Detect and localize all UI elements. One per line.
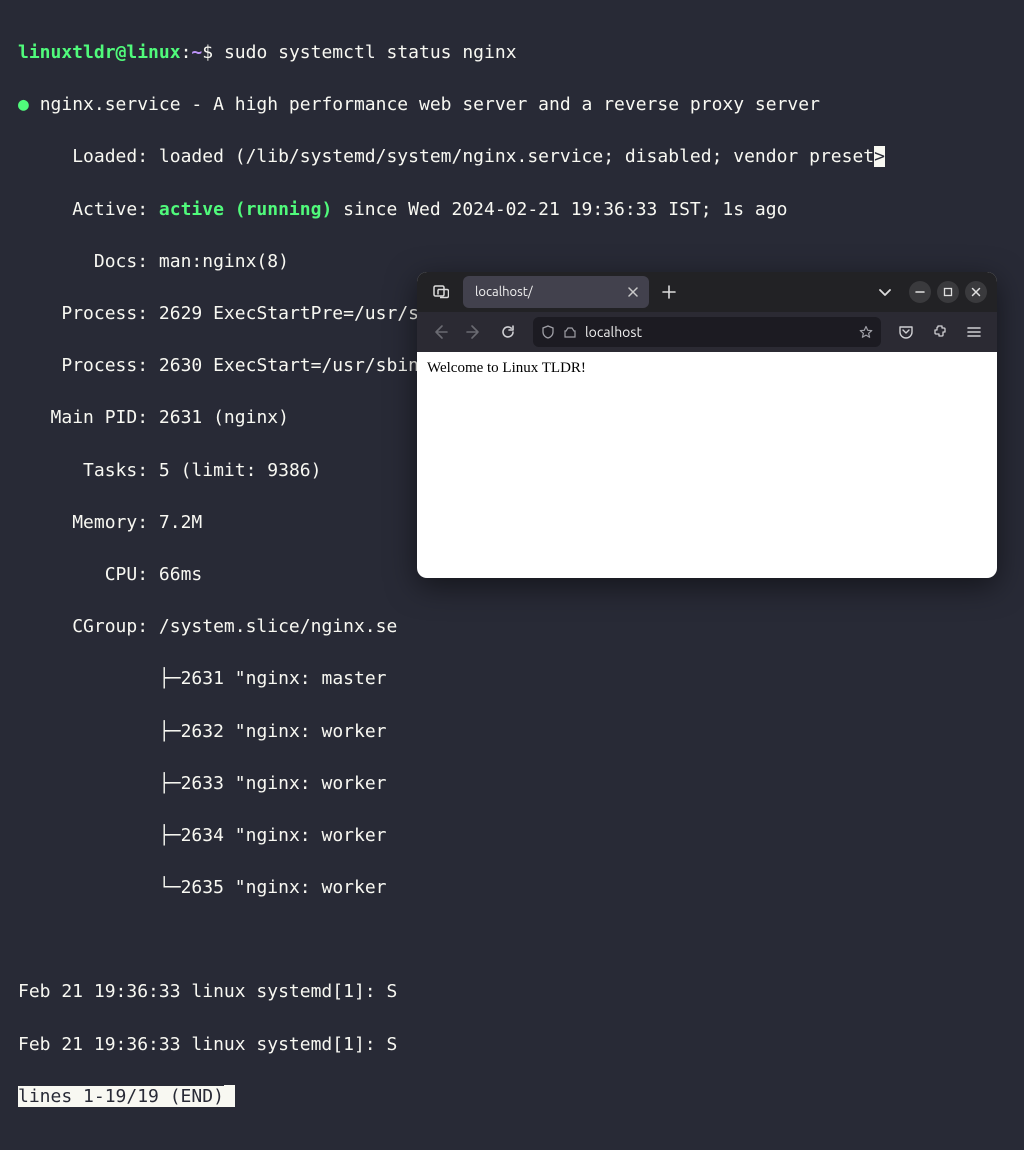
tree-pid: 2635 — [181, 877, 224, 898]
forward-button[interactable] — [459, 317, 489, 347]
app-menu-icon[interactable] — [427, 278, 455, 306]
tree-text: "nginx: worker — [235, 773, 398, 794]
close-window-button[interactable] — [965, 281, 987, 303]
url-text: localhost — [585, 324, 851, 340]
pocket-button[interactable] — [891, 317, 921, 347]
page-content[interactable]: Welcome to Linux TLDR! — [417, 352, 997, 385]
prompt-user: linuxtldr@linux — [18, 42, 181, 63]
prompt-line: linuxtldr@linux:~$ sudo systemctl status… — [18, 40, 1006, 66]
maximize-button[interactable] — [937, 281, 959, 303]
tree-line-4: └─2635 "nginx: worker — [18, 875, 1006, 901]
tab-close-button[interactable] — [625, 284, 641, 300]
cgroup-line: CGroup: /system.slice/nginx.se — [18, 614, 1006, 640]
shield-icon[interactable] — [541, 325, 555, 339]
memory-value: 7.2M — [159, 512, 202, 533]
log1: Feb 21 19:36:33 linux systemd[1]: S — [18, 981, 397, 1002]
active-label: Active: — [72, 199, 148, 220]
browser-tab[interactable]: localhost/ — [463, 276, 649, 308]
extensions-button[interactable] — [925, 317, 955, 347]
prompt-path: ~ — [191, 42, 202, 63]
tree-branch: ├─ — [159, 825, 181, 846]
tree-text: "nginx: master — [235, 668, 398, 689]
minimize-button[interactable] — [909, 281, 931, 303]
mainpid-label: Main PID: — [51, 407, 149, 428]
tree-line-3: ├─2634 "nginx: worker — [18, 823, 1006, 849]
loaded-value: loaded (/lib/systemd/system/nginx.servic… — [159, 146, 874, 167]
cgroup-label: CGroup: — [72, 616, 148, 637]
active-status: active (running) — [159, 199, 332, 220]
tree-branch: ├─ — [159, 668, 181, 689]
cpu-value: 66ms — [159, 564, 202, 585]
command: sudo systemctl status nginx — [224, 42, 517, 63]
docs-value: man:nginx(8) — [159, 251, 289, 272]
tasks-value: 5 (limit: 9386) — [159, 460, 322, 481]
tree-pid: 2634 — [181, 825, 224, 846]
prompt-sep: : — [181, 42, 192, 63]
list-tabs-button[interactable] — [871, 278, 899, 306]
pager-status: lines 1-19/19 (END) — [18, 1086, 224, 1107]
tree-branch: └─ — [159, 877, 181, 898]
tree-text: "nginx: worker — [235, 877, 398, 898]
tree-line-1: ├─2632 "nginx: worker — [18, 719, 1006, 745]
tab-title: localhost/ — [475, 285, 533, 299]
new-tab-button[interactable] — [655, 278, 683, 306]
cgroup-value: /system.slice/nginx.se — [159, 616, 397, 637]
loaded-line: Loaded: loaded (/lib/systemd/system/ngin… — [18, 144, 1006, 170]
service-header: nginx.service - A high performance web s… — [40, 94, 820, 115]
active-rest: since Wed 2024-02-21 19:36:33 IST; 1s ag… — [332, 199, 787, 220]
memory-label: Memory: — [72, 512, 148, 533]
tree-line-0: ├─2631 "nginx: master — [18, 666, 1006, 692]
blank-line — [18, 927, 1006, 953]
url-bar[interactable]: localhost — [533, 317, 881, 347]
titlebar[interactable]: localhost/ — [417, 272, 997, 312]
tree-branch: ├─ — [159, 773, 181, 794]
log-line-1: Feb 21 19:36:33 linux systemd[1]: S — [18, 979, 1006, 1005]
tree-branch: ├─ — [159, 721, 181, 742]
active-line: Active: active (running) since Wed 2024-… — [18, 197, 1006, 223]
window-controls — [909, 281, 987, 303]
tree-text: "nginx: worker — [235, 721, 398, 742]
cpu-label: CPU: — [105, 564, 148, 585]
menu-button[interactable] — [959, 317, 989, 347]
prompt-dollar: $ — [202, 42, 213, 63]
mainpid-value: 2631 (nginx) — [159, 407, 289, 428]
process-label: Process: — [61, 303, 148, 324]
log-line-2: Feb 21 19:36:33 linux systemd[1]: S — [18, 1032, 1006, 1058]
tree-pid: 2632 — [181, 721, 224, 742]
service-header-line: ● nginx.service - A high performance web… — [18, 92, 1006, 118]
tree-line-2: ├─2633 "nginx: worker — [18, 771, 1006, 797]
tree-pid: 2631 — [181, 668, 224, 689]
back-button[interactable] — [425, 317, 455, 347]
tree-text: "nginx: worker — [235, 825, 398, 846]
docs-label: Docs: — [94, 251, 148, 272]
log2: Feb 21 19:36:33 linux systemd[1]: S — [18, 1034, 397, 1055]
status-bullet-icon: ● — [18, 94, 29, 115]
process-label: Process: — [61, 355, 148, 376]
site-info-icon[interactable] — [563, 325, 577, 339]
cursor-icon — [224, 1085, 235, 1107]
page-text: Welcome to Linux TLDR! — [427, 360, 586, 376]
toolbar: localhost — [417, 312, 997, 352]
truncation-caret-icon: > — [874, 146, 885, 167]
bookmark-star-icon[interactable] — [859, 325, 873, 339]
loaded-label: Loaded: — [72, 146, 148, 167]
pager-line: lines 1-19/19 (END) — [18, 1084, 1006, 1110]
browser-window: localhost/ — [417, 272, 997, 578]
reload-button[interactable] — [493, 317, 523, 347]
tree-pid: 2633 — [181, 773, 224, 794]
tasks-label: Tasks: — [83, 460, 148, 481]
